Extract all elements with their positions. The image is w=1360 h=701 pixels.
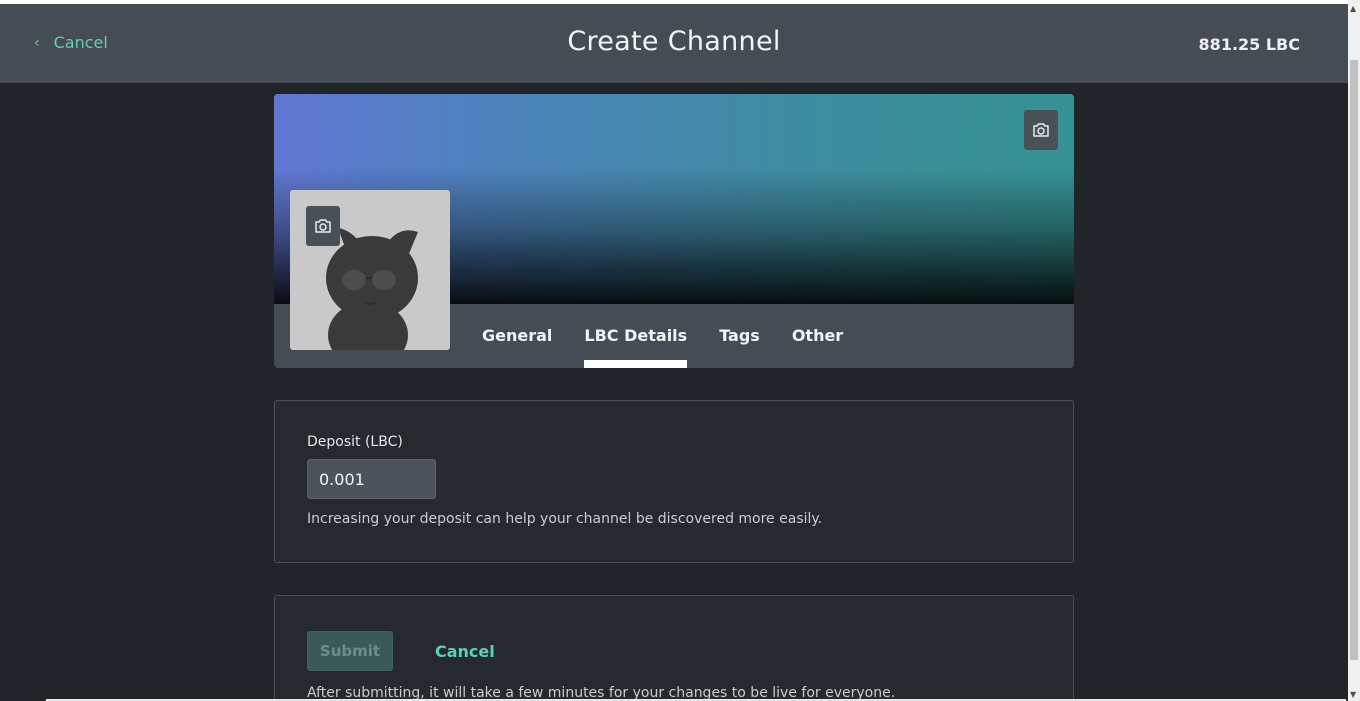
deposit-help-text: Increasing your deposit can help your ch… [307,511,823,527]
create-channel-page: ‹ Cancel Create Channel 881.25 LBC Gener… [0,0,1360,701]
cancel-button[interactable]: Cancel [435,642,495,661]
camera-icon [1033,123,1049,137]
tab-tags[interactable]: Tags [719,304,760,368]
submit-button[interactable]: Submit [307,631,393,671]
scrollbar-thumb[interactable] [1350,60,1358,660]
scroll-down-arrow-icon[interactable]: ▼ [1350,690,1356,699]
deposit-card: Deposit (LBC) 0.001 Increasing your depo… [274,400,1074,563]
channel-cover: General LBC Details Tags Other [274,94,1074,368]
camera-icon [315,219,331,233]
edit-cover-button[interactable] [1024,110,1058,150]
actions-card: Submit Cancel After submitting, it will … [274,595,1074,701]
page-title: Create Channel [567,26,781,57]
channel-thumbnail [290,190,450,350]
deposit-input[interactable]: 0.001 [307,459,436,499]
vertical-scrollbar[interactable]: ▲ ▼ [1348,0,1360,701]
scroll-up-arrow-icon[interactable]: ▲ [1350,4,1356,13]
wallet-balance[interactable]: 881.25 LBC [1199,35,1300,54]
tab-lbc-details[interactable]: LBC Details [584,304,687,368]
top-header: ‹ Cancel Create Channel 881.25 LBC [0,0,1348,83]
channel-edit-tabs: General LBC Details Tags Other [482,304,843,368]
tab-general[interactable]: General [482,304,552,368]
edit-thumbnail-button[interactable] [306,206,340,246]
tab-other[interactable]: Other [792,304,843,368]
deposit-label: Deposit (LBC) [307,434,403,450]
